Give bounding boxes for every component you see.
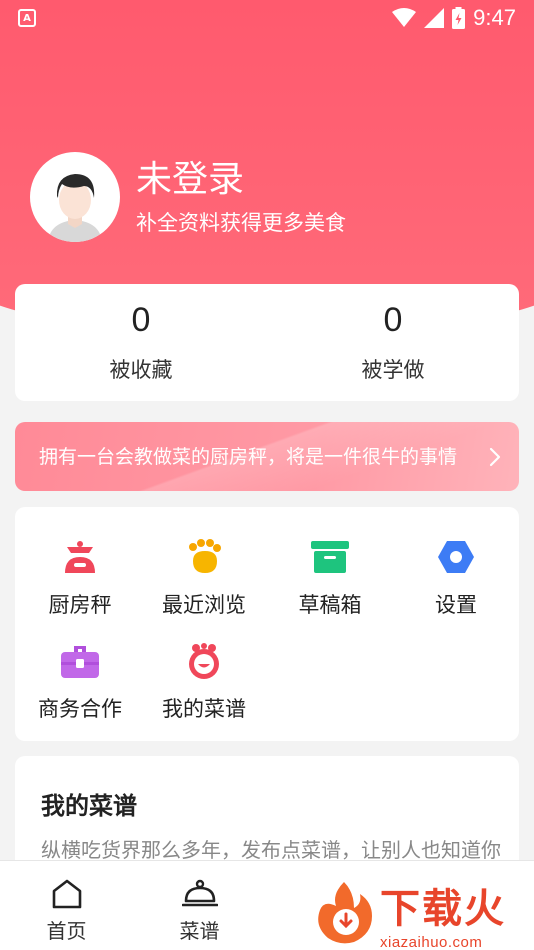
tool-label: 厨房秤	[48, 593, 112, 617]
status-bar: A 9:47	[0, 0, 534, 36]
drafts-box-icon	[311, 541, 349, 573]
profile-screen: A 9:47 未登录 补全资料获得更多美食 0 被收藏 0 被学做 拥有一台会教…	[0, 0, 534, 950]
avatar[interactable]	[30, 152, 120, 242]
signal-icon	[424, 8, 445, 28]
tool-drafts[interactable]: 草稿箱	[267, 537, 393, 619]
nav-home[interactable]: 首页	[0, 861, 133, 950]
default-avatar-icon	[48, 174, 102, 242]
tool-business[interactable]: 商务合作	[17, 641, 143, 723]
nav-label: 首页	[46, 919, 87, 943]
status-time: 9:47	[473, 5, 516, 30]
tool-label: 商务合作	[38, 697, 122, 721]
cloche-icon	[181, 879, 218, 907]
stat-learned[interactable]: 0 被学做	[267, 284, 519, 401]
battery-icon	[452, 7, 466, 29]
watermark-title: 下载火	[380, 885, 506, 932]
stat-label: 被学做	[361, 358, 425, 382]
section-description: 纵横吃货界那么多年，发布点菜谱，让别人也知道你	[41, 838, 501, 862]
home-icon	[52, 879, 81, 909]
tool-settings[interactable]: 设置	[393, 537, 519, 619]
tool-my-recipes[interactable]: 我的菜谱	[141, 641, 267, 723]
briefcase-icon	[61, 646, 99, 678]
username[interactable]: 未登录	[136, 157, 346, 203]
watermark-logo: 下载火 xiazaihuo.com	[314, 876, 534, 950]
banner-text: 拥有一台会教做菜的厨房秤，将是一件很牛的事情	[38, 445, 457, 468]
recipe-face-icon	[189, 643, 219, 679]
stat-label: 被收藏	[109, 358, 173, 382]
flame-logo-icon	[318, 882, 372, 944]
paw-icon	[189, 539, 221, 573]
kitchen-scale-banner[interactable]: 拥有一台会教做菜的厨房秤，将是一件很牛的事情	[15, 422, 519, 491]
app-notification-icon: A	[18, 9, 36, 27]
tool-label: 我的菜谱	[162, 697, 246, 721]
nav-recipes[interactable]: 菜谱	[133, 861, 266, 950]
wifi-icon	[392, 8, 417, 27]
stat-value: 0	[383, 301, 403, 339]
gear-hexagon-icon	[438, 541, 474, 573]
tool-label: 最近浏览	[162, 593, 246, 617]
stat-collected[interactable]: 0 被收藏	[15, 284, 267, 401]
watermark-url: xiazaihuo.com	[380, 933, 483, 950]
tool-label: 设置	[435, 593, 477, 617]
tools-card: 厨房秤 最近浏览 草稿箱 设置 商务合作 我的菜谱	[15, 507, 519, 741]
profile-subtitle: 补全资料获得更多美食	[136, 211, 346, 235]
scale-icon	[65, 541, 95, 573]
tool-label: 草稿箱	[298, 593, 362, 617]
nav-label: 菜谱	[179, 919, 220, 943]
profile-header[interactable]: 未登录 补全资料获得更多美食	[30, 152, 346, 242]
stat-value: 0	[131, 301, 151, 339]
section-title: 我的菜谱	[41, 792, 137, 820]
tool-kitchen-scale[interactable]: 厨房秤	[17, 537, 143, 619]
tool-recent[interactable]: 最近浏览	[141, 537, 267, 619]
stats-card: 0 被收藏 0 被学做	[15, 284, 519, 401]
chevron-right-icon	[489, 447, 501, 466]
